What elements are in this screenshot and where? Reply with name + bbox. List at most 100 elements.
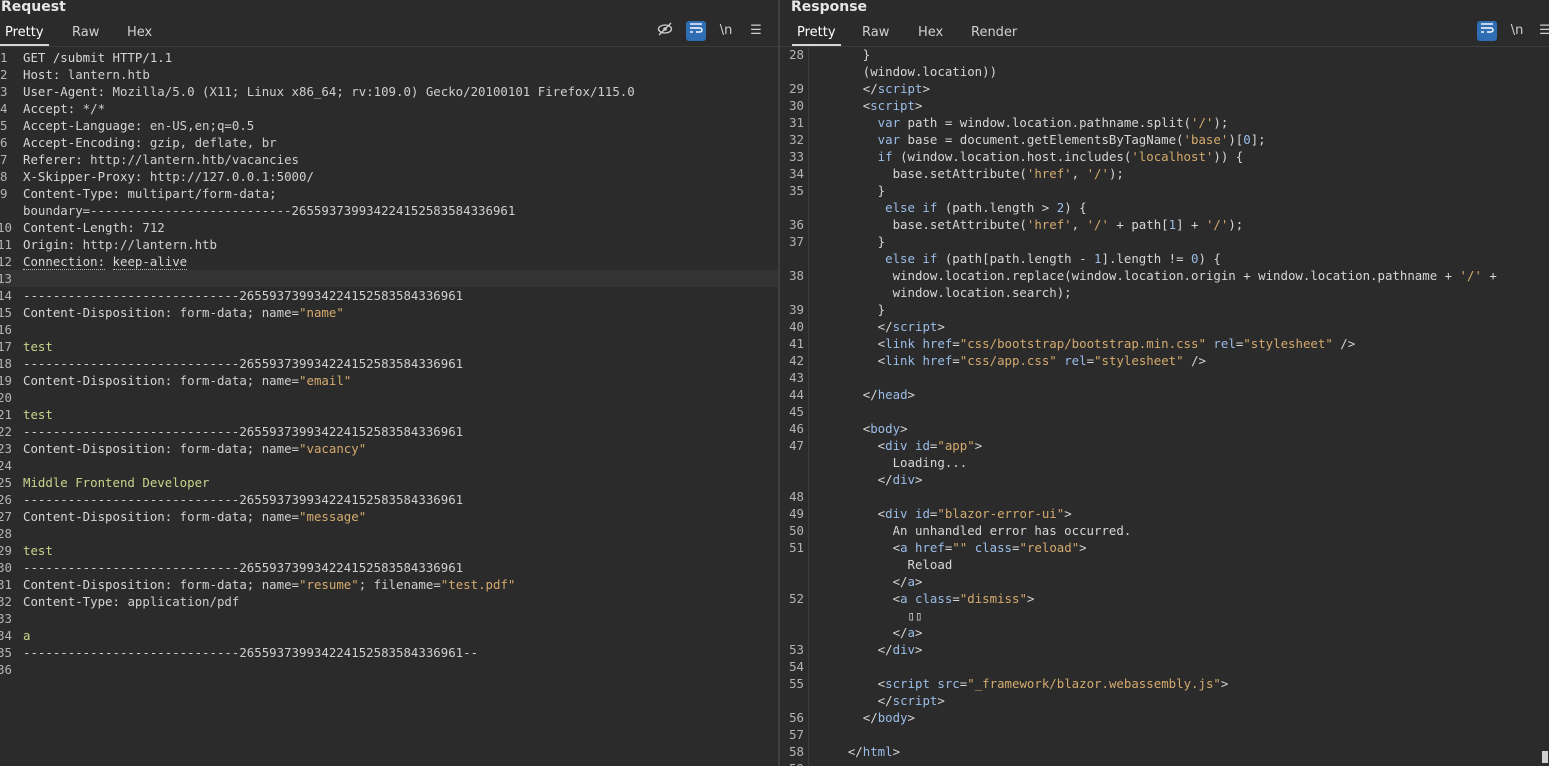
response-code-line: 52 <a class="dismiss"> — [780, 590, 1549, 607]
code-text: Origin: http://lantern.htb — [23, 236, 217, 253]
code-token: < — [818, 438, 886, 453]
code-token: Origin: — [23, 237, 76, 252]
request-code-line: 1 GET /submit HTTP/1.1 — [0, 49, 778, 66]
request-code-line: 22 -----------------------------265593739… — [0, 423, 778, 440]
response-code-line: window.location.search); — [780, 284, 1549, 301]
response-tab-raw[interactable]: Raw — [857, 18, 894, 45]
code-text: Loading... — [818, 454, 968, 471]
response-code-line: 51 <a href="" class="reload"> — [780, 539, 1549, 556]
code-token: test — [23, 339, 53, 354]
code-token: href — [922, 353, 953, 368]
code-token: window.location.search); — [818, 285, 1072, 300]
code-token: Content-Type: — [23, 594, 120, 609]
line-number: 27 — [0, 509, 12, 524]
line-number: 42 — [789, 353, 804, 368]
response-code-line: 59 — [780, 760, 1549, 766]
line-number: 17 — [0, 339, 12, 354]
response-editor[interactable]: 28 } (window.location)) 29 </script> 30 <s… — [780, 47, 1549, 766]
menu-icon[interactable]: ☰ — [1535, 21, 1549, 41]
response-code-line: 56 </body> — [780, 709, 1549, 726]
request-code-line: 35 -----------------------------265593739… — [0, 644, 778, 661]
code-token: lantern.htb — [60, 67, 150, 82]
code-token: path = window.location.pathname.split( — [900, 115, 1191, 130]
request-pane: Request Pretty Raw Hex \n ☰ 1 GET /submit… — [0, 0, 778, 766]
code-token: Content-Type: — [23, 186, 120, 201]
response-code-line: 33 if (window.location.host.includes('lo… — [780, 148, 1549, 165]
code-text: base.setAttribute('href', '/'); — [818, 165, 1124, 182]
code-token: GET /submit HTTP/1.1 — [23, 50, 173, 65]
code-token: > — [914, 98, 923, 113]
code-token: body — [877, 710, 908, 725]
wrap-lines-icon[interactable] — [1477, 21, 1497, 41]
newline-icon[interactable]: \n — [1507, 21, 1527, 41]
line-number: 1 — [0, 50, 8, 65]
response-tab-hex[interactable]: Hex — [913, 18, 948, 45]
code-token: > — [937, 319, 945, 334]
response-code-line: Reload — [780, 556, 1549, 573]
response-code-line: 46 <body> — [780, 420, 1549, 437]
request-code-line: 23 Content-Disposition: form-data; name="… — [0, 440, 778, 457]
code-token: a — [900, 591, 908, 606]
code-token: Accept: — [23, 101, 76, 116]
code-text: X-Skipper-Proxy: http://127.0.0.1:5000/ — [23, 168, 314, 185]
request-code-line: 26 -----------------------------265593739… — [0, 491, 778, 508]
code-text: var path = window.location.pathname.spli… — [818, 114, 1229, 131]
response-code-line: 36 base.setAttribute('href', '/' + path[… — [780, 216, 1549, 233]
response-code-line: </a> — [780, 624, 1549, 641]
code-text: Connection: keep-alive — [23, 253, 188, 270]
response-code-line: </a> — [780, 573, 1549, 590]
code-text: -----------------------------26559373993… — [23, 491, 463, 508]
code-text: <link href="css/app.css" rel="stylesheet… — [818, 352, 1206, 369]
code-text: <div id="blazor-error-ui"> — [818, 505, 1072, 522]
code-text: test — [23, 338, 53, 355]
menu-icon[interactable]: ☰ — [746, 21, 766, 41]
line-number: 18 — [0, 356, 12, 371]
line-number: 23 — [0, 441, 12, 456]
code-text: <a href="" class="reload"> — [818, 539, 1087, 556]
response-tab-render[interactable]: Render — [966, 18, 1022, 45]
code-token: ; filename= — [358, 577, 441, 592]
code-token: Content-Disposition: — [23, 577, 173, 592]
code-text: boundary=---------------------------2655… — [23, 202, 515, 219]
request-tab-raw[interactable]: Raw — [67, 18, 104, 45]
code-token: </ — [818, 642, 893, 657]
newline-icon[interactable]: \n — [716, 21, 736, 41]
request-code-line: 15 Content-Disposition: form-data; name="… — [0, 304, 778, 321]
response-code-line: 54 — [780, 658, 1549, 675]
code-token: form-data; name= — [172, 373, 300, 388]
response-tab-pretty[interactable]: Pretty — [792, 18, 841, 46]
code-token: < — [818, 98, 871, 113]
scrollbar-thumb[interactable] — [1542, 751, 1548, 763]
code-token: } — [818, 234, 886, 249]
request-tab-hex[interactable]: Hex — [122, 18, 157, 45]
code-token: http://127.0.0.1:5000/ — [142, 169, 314, 184]
request-tab-pretty[interactable]: Pretty — [0, 18, 49, 46]
line-number: 34 — [789, 166, 804, 181]
code-token: script — [892, 693, 938, 708]
code-text: -----------------------------26559373993… — [23, 287, 463, 304]
code-token: > — [915, 642, 923, 657]
line-number: 39 — [789, 302, 804, 317]
code-text: </a> — [818, 624, 923, 641]
request-editor[interactable]: 1 GET /submit HTTP/1.1 2 Host: lantern.htb 3… — [0, 47, 778, 766]
hide-icon[interactable] — [655, 21, 675, 41]
line-number: 51 — [789, 540, 804, 555]
code-text: } — [818, 46, 870, 63]
line-number: 10 — [0, 220, 12, 235]
code-token: "email" — [299, 373, 352, 388]
line-number: 14 — [0, 288, 12, 303]
line-number: 50 — [789, 523, 804, 538]
code-token: base.setAttribute( — [818, 166, 1027, 181]
request-code-line: 8 X-Skipper-Proxy: http://127.0.0.1:5000/ — [0, 168, 778, 185]
wrap-lines-icon[interactable] — [686, 21, 706, 41]
code-token: "css/app.css" — [959, 353, 1057, 368]
code-token: script — [892, 319, 938, 334]
code-text: </script> — [818, 692, 945, 709]
code-token: > — [907, 387, 915, 402]
code-text: test — [23, 406, 53, 423]
code-token: = — [952, 591, 960, 606]
code-token: "message" — [299, 509, 367, 524]
request-code-line: 17 test — [0, 338, 778, 355]
code-text: base.setAttribute('href', '/' + path[1] … — [818, 216, 1244, 233]
